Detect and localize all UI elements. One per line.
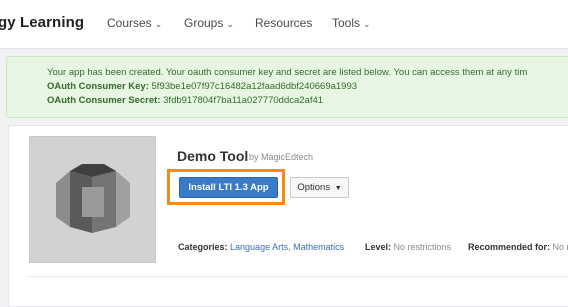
chevron-down-icon: ⌄ [226,19,234,29]
nav-item-courses[interactable]: Courses ⌄ [107,16,162,30]
top-navigation-bar: gy Learning Courses ⌄ Groups ⌄ Resources T… [0,0,568,49]
app-author: by MagicEdtech [249,152,314,162]
nav-item-label: Resources [255,16,313,30]
recommended-meta: Recommended for: No r [468,242,568,252]
categories-meta: Categories: Language Arts, Mathematics [178,242,344,252]
chevron-down-icon: ⌄ [154,19,163,29]
nav-item-resources[interactable]: Resources [255,16,312,30]
nav-item-tools[interactable]: Tools ⌄ [332,16,371,30]
box-icon [30,137,155,262]
recommended-label: Recommended for: [468,242,551,252]
nav-item-groups[interactable]: Groups ⌄ [184,16,234,30]
card-divider [27,276,568,277]
nav-item-label: Courses [107,16,152,30]
options-label: Options [297,182,331,193]
consumer-secret-label: OAuth Consumer Secret: [47,95,161,106]
alert-message: Your app has been created. Your oauth co… [47,67,528,78]
app-card: Demo Tool by MagicEdtech Install LTI 1.3… [8,125,568,307]
chevron-down-icon: ⌄ [363,19,371,29]
install-lti-app-button[interactable]: Install LTI 1.3 App [179,177,278,198]
app-title: Demo Tool [177,148,249,164]
nav-item-label: Groups [184,16,224,30]
recommended-value: No r [552,242,568,252]
success-alert: Your app has been created. Your oauth co… [6,56,568,118]
level-label: Level: [365,242,392,252]
consumer-key-label: OAuth Consumer Key: [47,81,149,92]
consumer-secret-value: 3fdb917804f7ba11a027770ddca2af41 [163,95,324,106]
brand-logo-text[interactable]: gy Learning [0,14,84,31]
level-value: No restrictions [393,242,452,252]
categories-label: Categories: [178,242,228,252]
level-meta: Level: No restrictions [365,242,451,252]
consumer-secret-line: OAuth Consumer Secret: 3fdb917804f7ba11a… [47,95,323,106]
categories-value[interactable]: Language Arts, Mathematics [230,242,344,252]
consumer-key-line: OAuth Consumer Key: 5f93be1e07f97c16482a… [47,81,357,92]
options-dropdown-button[interactable]: Options ▼ [290,177,349,198]
consumer-key-value: 5f93be1e07f97c16482a12faad6dbf240669a199… [151,81,358,92]
app-thumbnail-image [29,136,156,263]
nav-item-label: Tools [332,16,361,30]
caret-down-icon: ▼ [334,185,342,192]
